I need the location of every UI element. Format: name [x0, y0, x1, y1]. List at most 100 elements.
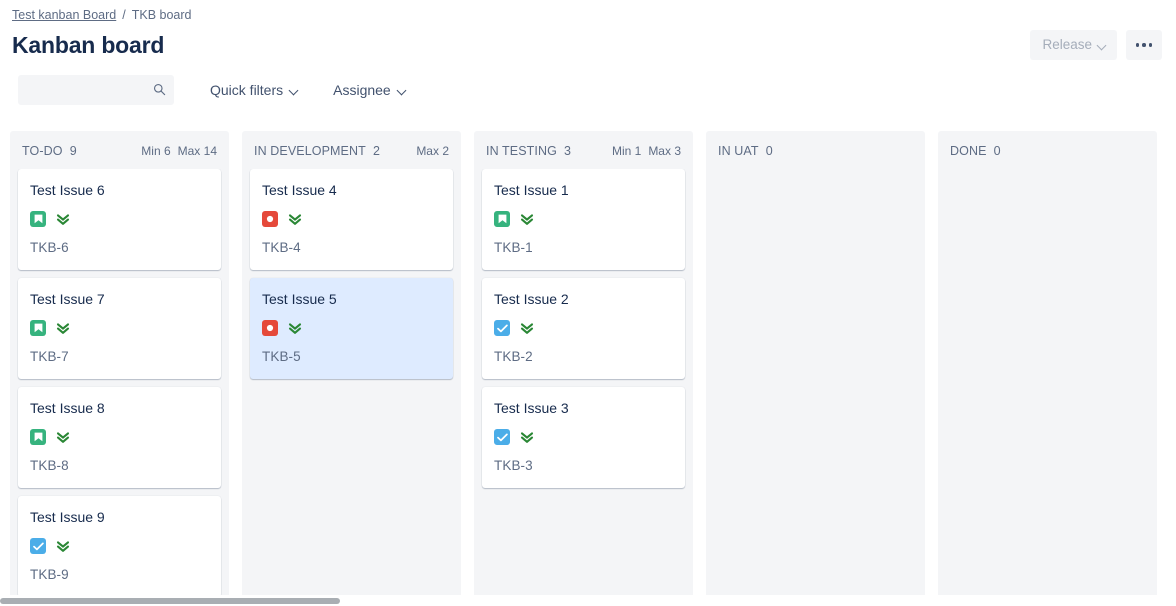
column-title: IN DEVELOPMENT 2 [254, 143, 381, 158]
release-button[interactable]: Release [1030, 30, 1117, 60]
horizontal-scrollbar[interactable] [0, 596, 1176, 606]
issue-card[interactable]: Test Issue 3 TKB-3 [482, 387, 685, 488]
bug-icon [262, 320, 278, 336]
column-min-limit: Min 6 [141, 143, 171, 158]
issue-card[interactable]: Test Issue 1 TKB-1 [482, 169, 685, 270]
issue-key[interactable]: TKB-2 [494, 349, 673, 365]
column-header: IN DEVELOPMENT 2 Max 2 [242, 131, 461, 169]
issue-summary: Test Issue 6 [30, 182, 105, 198]
issue-meta-icons [494, 429, 673, 445]
breadcrumb-separator: / [122, 8, 126, 22]
issue-summary: Test Issue 7 [30, 291, 105, 307]
board-column: IN UAT 0 [706, 131, 925, 595]
search-input[interactable] [18, 75, 174, 105]
issue-card[interactable]: Test Issue 9 TKB-9 [18, 496, 221, 595]
search-box [18, 75, 174, 105]
story-icon [30, 429, 46, 445]
issue-key[interactable]: TKB-9 [30, 567, 209, 583]
issue-card[interactable]: Test Issue 8 TKB-8 [18, 387, 221, 488]
issue-key[interactable]: TKB-6 [30, 240, 209, 256]
issue-key[interactable]: TKB-7 [30, 349, 209, 365]
column-max-limit: Max 3 [648, 143, 681, 158]
chevron-down-icon [1098, 41, 1107, 50]
column-max-limit: Max 14 [177, 143, 217, 158]
breadcrumb-current: TKB board [131, 8, 192, 22]
column-limits: Max 2 [416, 143, 449, 159]
chevron-down-icon [290, 86, 299, 95]
quick-filters-button[interactable]: Quick filters [202, 75, 307, 105]
story-icon [30, 211, 46, 227]
issue-card[interactable]: Test Issue 4 TKB-4 [250, 169, 453, 270]
task-icon [494, 429, 510, 445]
issue-summary: Test Issue 9 [30, 509, 105, 525]
column-header: IN UAT 0 [706, 131, 925, 169]
release-button-label: Release [1042, 37, 1092, 52]
issue-meta-icons [30, 538, 209, 554]
bug-icon [262, 211, 278, 227]
issue-key[interactable]: TKB-8 [30, 458, 209, 474]
priority-lowest-icon [519, 430, 534, 445]
column-max-limit: Max 2 [416, 143, 449, 158]
board-column: TO-DO 9 Min 6 Max 14 Test Issue 6 TKB-6 Test … [10, 131, 229, 595]
column-card-list [938, 169, 1157, 595]
column-card-list: Test Issue 4 TKB-4 Test Issue 5 TKB-5 [242, 169, 461, 595]
filter-bar: Quick filters Assignee [0, 63, 1176, 118]
priority-lowest-icon [55, 212, 70, 227]
column-min-limit: Min 1 [611, 143, 642, 158]
column-header: IN TESTING 3 Min 1 Max 3 [474, 131, 693, 169]
column-card-list: Test Issue 1 TKB-1 Test Issue 2 TKB-2 Test I… [474, 169, 693, 595]
kanban-board: TO-DO 9 Min 6 Max 14 Test Issue 6 TKB-6 Test … [10, 131, 1176, 606]
breadcrumb: Test kanban Board / TKB board [0, 0, 1176, 23]
horizontal-scrollbar-thumb[interactable] [0, 598, 340, 604]
title-actions: Release [1030, 30, 1162, 60]
issue-key[interactable]: TKB-5 [262, 349, 441, 365]
board-column: IN DEVELOPMENT 2 Max 2 Test Issue 4 TKB-4 Te… [242, 131, 461, 595]
issue-summary: Test Issue 8 [30, 400, 105, 416]
issue-card[interactable]: Test Issue 7 TKB-7 [18, 278, 221, 379]
column-title: IN UAT 0 [718, 143, 773, 158]
issue-summary: Test Issue 3 [494, 400, 569, 416]
issue-meta-icons [30, 211, 209, 227]
priority-lowest-icon [55, 321, 70, 336]
issue-summary: Test Issue 4 [262, 182, 337, 198]
board-column: DONE 0 [938, 131, 1157, 595]
priority-lowest-icon [55, 539, 70, 554]
ellipsis-icon [1135, 43, 1153, 47]
issue-summary: Test Issue 2 [494, 291, 569, 307]
priority-lowest-icon [55, 430, 70, 445]
issue-card[interactable]: Test Issue 5 TKB-5 [250, 278, 453, 379]
assignee-filter-button[interactable]: Assignee [325, 75, 415, 105]
task-icon [30, 538, 46, 554]
priority-lowest-icon [519, 321, 534, 336]
chevron-down-icon [398, 86, 407, 95]
task-icon [494, 320, 510, 336]
issue-meta-icons [30, 320, 209, 336]
board-column: IN TESTING 3 Min 1 Max 3 Test Issue 1 TKB-1 T… [474, 131, 693, 595]
breadcrumb-parent-link[interactable]: Test kanban Board [12, 7, 116, 23]
more-actions-button[interactable] [1126, 30, 1162, 60]
column-limits: Min 1 Max 3 [612, 143, 681, 159]
title-row: Kanban board Release [0, 23, 1176, 63]
issue-card[interactable]: Test Issue 6 TKB-6 [18, 169, 221, 270]
column-card-list [706, 169, 925, 595]
priority-lowest-icon [287, 321, 302, 336]
issue-summary: Test Issue 5 [262, 291, 337, 307]
issue-summary: Test Issue 1 [494, 182, 569, 198]
issue-meta-icons [262, 320, 441, 336]
story-icon [494, 211, 510, 227]
assignee-label: Assignee [333, 82, 391, 98]
column-title: TO-DO 9 [22, 143, 77, 158]
issue-key[interactable]: TKB-4 [262, 240, 441, 256]
issue-key[interactable]: TKB-3 [494, 458, 673, 474]
column-header: TO-DO 9 Min 6 Max 14 [10, 131, 229, 169]
issue-meta-icons [262, 211, 441, 227]
issue-meta-icons [494, 320, 673, 336]
page-title: Kanban board [12, 32, 165, 58]
story-icon [30, 320, 46, 336]
column-card-list: Test Issue 6 TKB-6 Test Issue 7 TKB-7 Test I… [10, 169, 229, 595]
issue-card[interactable]: Test Issue 2 TKB-2 [482, 278, 685, 379]
quick-filters-label: Quick filters [210, 82, 284, 98]
column-title: IN TESTING 3 [486, 143, 572, 158]
issue-key[interactable]: TKB-1 [494, 240, 673, 256]
priority-lowest-icon [519, 212, 534, 227]
